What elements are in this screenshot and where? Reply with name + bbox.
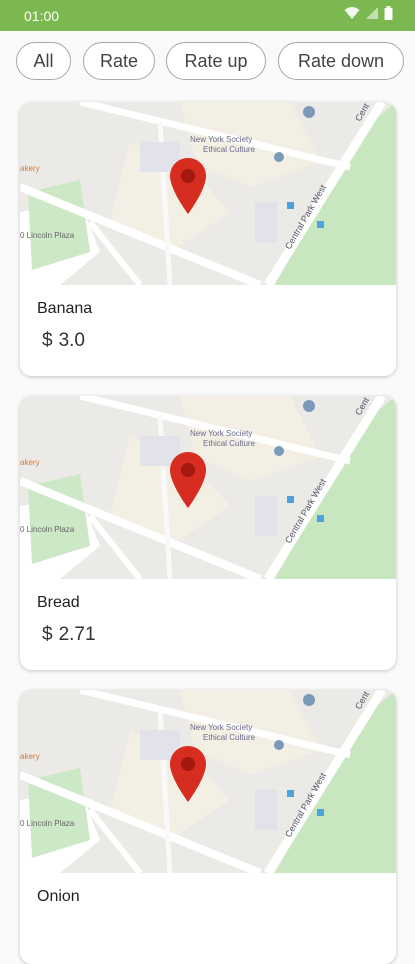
map-label-society-2: Ethical Culture <box>203 733 256 742</box>
map-label-society-1: New York Society <box>190 723 252 732</box>
product-price: $3.0 <box>42 330 85 352</box>
currency-symbol: $ <box>42 330 53 351</box>
price-value: 3.0 <box>58 330 85 351</box>
currency-symbol: $ <box>42 624 53 645</box>
filter-rate-label: Rate <box>99 50 139 71</box>
filter-rate-up-chip[interactable]: Rate up <box>166 42 266 80</box>
map-label-plaza: 0 Lincoln Plaza <box>20 819 75 828</box>
wifi-icon <box>344 6 360 25</box>
status-time: 01:00 <box>24 8 60 24</box>
map-label-bakery: akery <box>20 164 40 173</box>
signal-icon <box>365 6 379 25</box>
product-card[interactable]: New York Society Ethical Culture akery 0… <box>20 102 396 376</box>
map-graphic: New York Society Ethical Culture akery 0… <box>20 396 396 579</box>
map-graphic: New York Society Ethical Culture akery 0… <box>20 102 396 285</box>
price-value: 2.71 <box>58 624 96 645</box>
map-view[interactable]: New York Society Ethical Culture akery 0… <box>20 102 396 285</box>
map-label-society-1: New York Society <box>190 429 252 438</box>
filter-rate-down-chip[interactable]: Rate down <box>278 42 404 80</box>
filter-rate-up-label: Rate up <box>184 50 248 71</box>
filter-rate-down-label: Rate down <box>297 50 385 71</box>
map-label-society-2: Ethical Culture <box>203 439 256 448</box>
map-graphic: New York Society Ethical Culture akery 0… <box>20 690 396 873</box>
product-card[interactable]: New York Society Ethical Culture akery 0… <box>20 396 396 670</box>
product-price: $2.71 <box>42 624 96 646</box>
product-name: Onion <box>37 888 80 905</box>
map-label-society-2: Ethical Culture <box>203 145 256 154</box>
map-view[interactable]: New York Society Ethical Culture akery 0… <box>20 690 396 873</box>
map-label-bakery: akery <box>20 752 40 761</box>
filter-chips: All Rate Rate up Rate down <box>16 42 415 82</box>
status-bar: 01:00 <box>0 0 415 31</box>
map-view[interactable]: New York Society Ethical Culture akery 0… <box>20 396 396 579</box>
status-icons <box>344 5 393 25</box>
product-name: Banana <box>37 300 93 317</box>
product-card[interactable]: New York Society Ethical Culture akery 0… <box>20 690 396 964</box>
battery-icon <box>384 5 393 25</box>
map-label-plaza: 0 Lincoln Plaza <box>20 525 75 534</box>
filter-rate-chip[interactable]: Rate <box>83 42 155 80</box>
filter-all-label: All <box>33 50 54 71</box>
map-label-society-1: New York Society <box>190 135 252 144</box>
map-label-bakery: akery <box>20 458 40 467</box>
map-label-plaza: 0 Lincoln Plaza <box>20 231 75 240</box>
product-name: Bread <box>37 594 80 611</box>
filter-all-chip[interactable]: All <box>16 42 71 80</box>
